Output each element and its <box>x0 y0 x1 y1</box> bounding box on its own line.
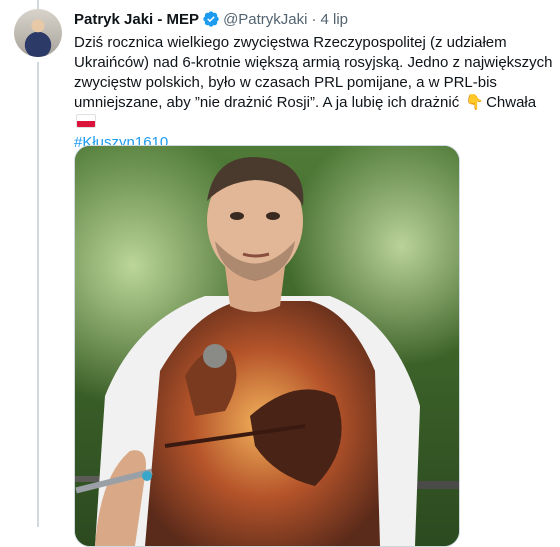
poland-flag-icon <box>76 114 96 128</box>
tweet[interactable]: Patryk Jaki - MEP @PatrykJaki · 4 lip Dz… <box>74 9 554 153</box>
display-name[interactable]: Patryk Jaki - MEP <box>74 11 199 28</box>
tweet-header: Patryk Jaki - MEP @PatrykJaki · 4 lip <box>74 9 554 29</box>
pointing-down-hand-icon: 👇 <box>465 94 485 111</box>
video-frame <box>75 146 459 546</box>
verified-badge-icon <box>202 10 220 28</box>
thread-line-below <box>37 62 39 527</box>
avatar[interactable] <box>14 9 62 57</box>
tweet-text-tail: Chwała <box>486 94 537 111</box>
separator-dot: · <box>311 10 317 28</box>
tweet-text: Dziś rocznica wielkiego zwycięstwa Rzecz… <box>74 33 556 153</box>
tweet-media-image[interactable] <box>74 145 460 547</box>
user-handle[interactable]: @PatrykJaki <box>223 11 307 28</box>
timestamp[interactable]: 4 lip <box>320 11 348 28</box>
